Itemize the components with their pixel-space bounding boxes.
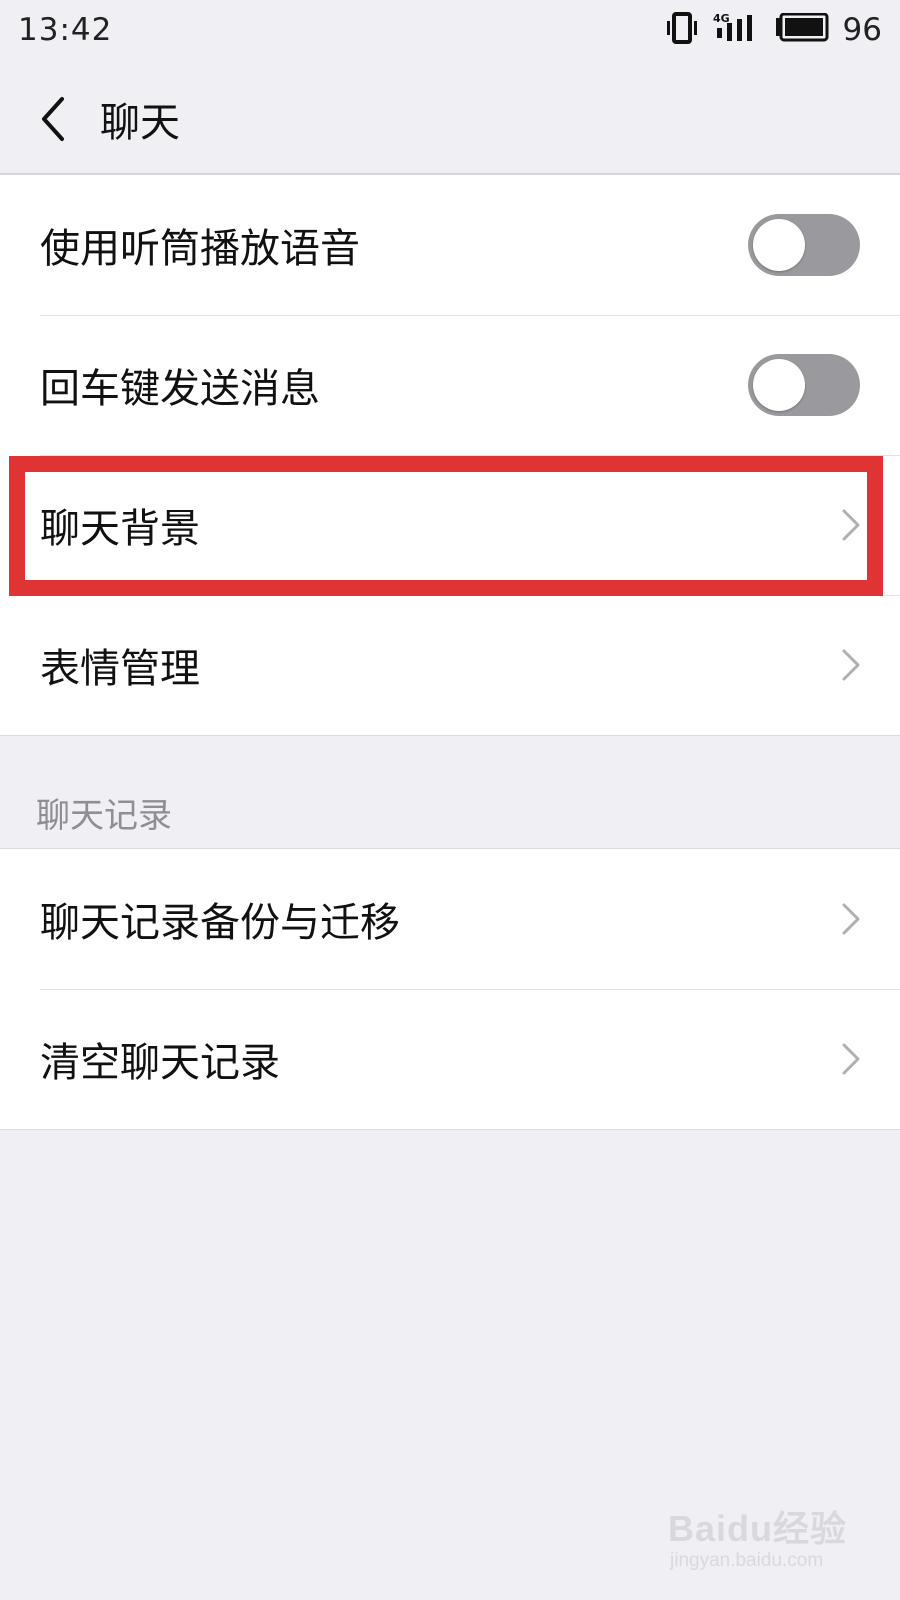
watermark-url: jingyan.baidu.com (670, 1550, 824, 1571)
chevron-right-icon (842, 1043, 860, 1075)
vibrate-icon (665, 11, 699, 49)
watermark-brand: Baidu经验 (668, 1508, 848, 1549)
setting-row-sticker-management[interactable]: 表情管理 (0, 595, 900, 735)
setting-row-backup-migrate[interactable]: 聊天记录备份与迁移 (0, 849, 900, 989)
earpiece-voice-toggle[interactable] (748, 214, 860, 276)
status-icons: 4G 96 (665, 10, 882, 50)
signal-4g-icon: 4G (713, 11, 759, 49)
setting-label: 使用听筒播放语音 (40, 226, 360, 272)
setting-row-enter-to-send[interactable]: 回车键发送消息 (0, 315, 900, 455)
chevron-left-icon (42, 97, 64, 141)
settings-group-chat-history: 聊天记录备份与迁移 清空聊天记录 (0, 848, 900, 1130)
settings-group-general: 使用听筒播放语音 回车键发送消息 聊天背景 表情管理 (0, 175, 900, 736)
setting-label: 聊天记录备份与迁移 (40, 900, 400, 946)
battery-icon (773, 12, 829, 47)
setting-label: 清空聊天记录 (40, 1040, 280, 1086)
toggle-knob (753, 219, 805, 271)
page-title: 聊天 (100, 100, 180, 146)
setting-label: 回车键发送消息 (40, 366, 320, 412)
toggle-knob (753, 359, 805, 411)
setting-label: 表情管理 (40, 646, 200, 692)
status-time: 13:42 (18, 12, 113, 48)
baidu-watermark: Baidu经验 jingyan.baidu.com (668, 1494, 848, 1582)
setting-row-earpiece-voice[interactable]: 使用听筒播放语音 (0, 175, 900, 315)
status-bar: 13:42 4G 96 (0, 0, 900, 62)
section-header-chat-history: 聊天记录 (36, 796, 172, 836)
battery-percent: 96 (842, 12, 882, 48)
nav-bar: 聊天 (0, 62, 900, 175)
enter-to-send-toggle[interactable] (748, 354, 860, 416)
setting-row-clear-history[interactable]: 清空聊天记录 (0, 989, 900, 1129)
back-button[interactable] (28, 88, 78, 150)
chevron-right-icon (842, 903, 860, 935)
chat-settings-screen: 13:42 4G 96 聊天 使用听筒播放语音 回车键发送消息 聊天背景 表情管… (0, 0, 900, 1600)
setting-label: 聊天背景 (40, 506, 200, 552)
chevron-right-icon (842, 649, 860, 681)
setting-row-chat-background[interactable]: 聊天背景 (0, 455, 900, 595)
chevron-right-icon (842, 509, 860, 541)
